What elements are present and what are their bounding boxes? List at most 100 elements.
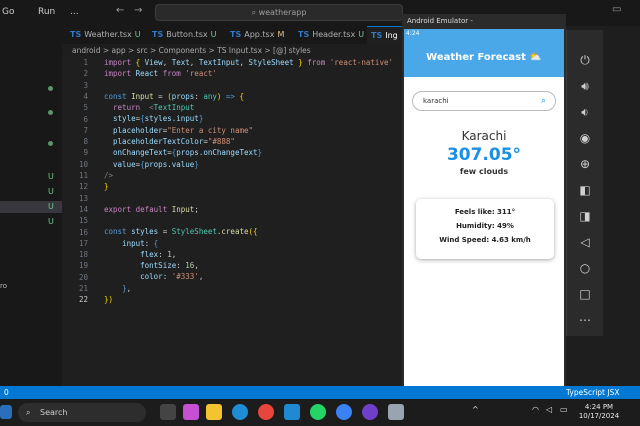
git-dot-icon (48, 110, 53, 115)
line-number: 19 (78, 261, 88, 271)
edge-icon[interactable] (232, 404, 248, 420)
language-mode[interactable]: TypeScript JSX (566, 388, 619, 397)
code-line: onChangeText={props.onChangeText} (113, 148, 263, 157)
zoom-icon[interactable]: ⊕ (577, 156, 593, 172)
tab-weather[interactable]: TS Weather.tsx U (70, 26, 141, 44)
code-line: placeholderTextColor="#888" (113, 137, 235, 146)
tab-app[interactable]: TS App.tsx M (230, 26, 284, 44)
android-status-bar: 4:24 (404, 29, 564, 39)
battery-icon[interactable]: ▭ (560, 405, 568, 414)
speaker-icon[interactable]: ◁ (546, 405, 552, 414)
line-number: 20 (78, 272, 88, 282)
tab-input[interactable]: TS Ing (367, 26, 402, 44)
home-icon[interactable]: ○ (577, 260, 593, 276)
code-line: import React from 'react' (104, 69, 217, 78)
city-name: Karachi (461, 129, 507, 143)
overview-icon[interactable]: □ (577, 286, 593, 302)
code-line: import { View, Text, TextInput, StyleShe… (104, 58, 393, 67)
line-number: 10 (78, 159, 88, 169)
line-number: 1 (83, 58, 88, 67)
command-center-search[interactable]: ⌕ weatherapp (155, 4, 403, 21)
windows-taskbar: ⌕ Search ^ ◠ ◁ ▭ 4:24 PM 10/17/2024 (0, 399, 640, 426)
code-editor[interactable]: 1 2 3 4 5 6 7 8 9 10 11 12 13 14 15 16 17 18 19 20 21 22 impo… (62, 56, 402, 386)
search-icon: ⌕ (26, 408, 31, 417)
weather-widget-icon[interactable] (0, 405, 12, 419)
line-number: 9 (83, 148, 88, 158)
chrome-icon[interactable] (258, 404, 274, 420)
line-number: 14 (78, 204, 88, 214)
menu-more[interactable]: ... (70, 7, 79, 17)
tray-chevron-icon[interactable]: ^ (472, 405, 479, 414)
line-number: 8 (83, 137, 88, 147)
code-line: }) (104, 295, 114, 304)
untracked-badge: U (48, 172, 54, 181)
back-icon[interactable]: ◁ (577, 234, 593, 250)
code-line: placeholder="Enter a city name" (113, 126, 254, 135)
copilot-icon[interactable] (183, 404, 199, 420)
git-dot-icon (48, 141, 53, 146)
android-studio-icon[interactable] (388, 404, 404, 420)
code-line: const Input = (props: any) => { (104, 92, 244, 101)
weather-details-card: Feels like: 311° Humidity: 49% Wind Spee… (416, 199, 554, 259)
app-icon[interactable] (336, 404, 352, 420)
sidebar-truncated-label: ro (0, 282, 8, 290)
task-view-icon[interactable] (160, 404, 176, 420)
search-icon[interactable]: ⌕ (541, 92, 546, 110)
line-number: 13 (78, 193, 88, 203)
volume-up-icon[interactable]: 🔊︎ (577, 78, 593, 94)
file-explorer-icon[interactable] (206, 404, 222, 420)
code-line: fontSize: 16, (140, 261, 199, 270)
vscode-icon[interactable] (284, 404, 300, 420)
github-icon[interactable] (362, 404, 378, 420)
rotate-right-icon[interactable]: ◨ (577, 208, 593, 224)
android-emulator-window: Android Emulator - Medium_Phone_API_34:5… (402, 14, 566, 393)
code-line: return <TextInput (113, 103, 195, 112)
untracked-badge: U (48, 217, 54, 226)
menu-go[interactable]: Go (2, 7, 14, 17)
wind-speed: Wind Speed: 4.63 km/h (439, 236, 531, 244)
whatsapp-icon[interactable] (310, 404, 326, 420)
emulator-controls: ⏻ 🔊︎ 🔉︎ ◉ ⊕ ◧ ◨ ◁ ○ □ ⋯ (566, 30, 603, 336)
more-icon[interactable]: ⋯ (577, 312, 593, 328)
city-search-input[interactable]: karachi ⌕ (412, 91, 556, 111)
line-number: 4 (83, 91, 88, 101)
wifi-icon[interactable]: ◠ (532, 405, 539, 414)
menu-run[interactable]: Run (38, 7, 55, 17)
forward-arrow-icon[interactable]: → (134, 5, 142, 16)
line-number: 6 (83, 114, 88, 124)
rotate-left-icon[interactable]: ◧ (577, 182, 593, 198)
tab-button[interactable]: TS Button.tsx U (152, 26, 216, 44)
back-arrow-icon[interactable]: ← (116, 5, 124, 16)
line-number: 21 (78, 284, 88, 293)
window-controls[interactable]: ▭ (612, 4, 621, 15)
line-number: 7 (83, 125, 88, 135)
tab-header[interactable]: TS Header.tsx U (298, 26, 364, 44)
line-number: 16 (78, 227, 88, 237)
taskbar-search[interactable]: ⌕ Search (18, 403, 146, 422)
line-number: 2 (83, 69, 88, 79)
humidity: Humidity: 49% (456, 222, 514, 230)
code-line: } (104, 182, 109, 191)
power-icon[interactable]: ⏻ (577, 52, 593, 68)
line-number: 17 (78, 238, 88, 248)
status-left[interactable]: 0 (4, 388, 9, 397)
code-line: input: { (122, 239, 159, 248)
breadcrumb[interactable]: android > app > src > Components > TS In… (72, 46, 311, 55)
clock[interactable]: 4:24 PM 10/17/2024 (578, 403, 620, 421)
emulator-title: Android Emulator - Medium_Phone_API_34:5… (402, 14, 566, 39)
editor-tabs: TS Weather.tsx U TS Button.tsx U TS App.tsx M … (62, 26, 402, 44)
vscode-status-bar: 0 TypeScript JSX (0, 386, 640, 399)
line-number: 11 (78, 171, 88, 180)
camera-icon[interactable]: ◉ (577, 130, 593, 146)
line-number: 12 (78, 182, 88, 192)
line-number: 18 (78, 250, 88, 260)
code-line: style={styles.input} (113, 114, 204, 123)
git-dot-icon (48, 86, 53, 91)
code-line: export default Input; (104, 205, 199, 214)
explorer-sidebar: U U U U ro (0, 26, 62, 386)
app-header: Weather Forecast ⛅ (404, 39, 564, 77)
code-line: color: '#333', (140, 272, 204, 281)
code-line: const styles = StyleSheet.create({ (104, 227, 258, 236)
line-number: 15 (78, 216, 88, 226)
volume-down-icon[interactable]: 🔉︎ (577, 104, 593, 120)
